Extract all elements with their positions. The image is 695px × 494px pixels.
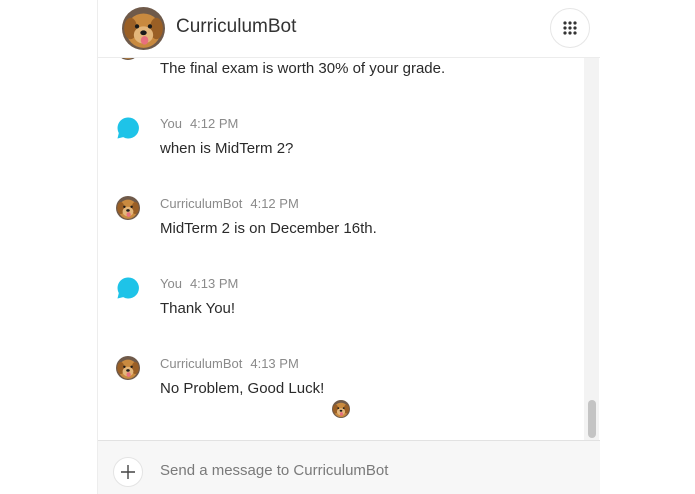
bot-avatar-icon [116,196,140,220]
bot-avatar-icon [116,58,140,60]
sender-name: CurriculumBot [160,356,243,371]
message-composer [98,440,600,494]
apps-button[interactable] [550,8,590,48]
message-time: 4:13 PM [250,356,299,371]
message-time: 4:13 PM [189,276,239,291]
message-meta: CurriculumBot 4:13 PM [160,356,299,371]
sender-name: You [160,116,182,131]
message-text: The final exam is worth 30% of your grad… [160,60,446,77]
add-attachment-button[interactable] [113,457,143,487]
chat-header: CurriculumBot [98,0,600,58]
chat-bubble-icon [117,277,139,299]
message-time: 4:12 PM [189,116,239,131]
message-text: No Problem, Good Luck! [160,380,325,397]
message-meta: CurriculumBot 4:12 PM [160,196,299,211]
plus-icon [121,465,135,479]
chat-panel: CurriculumBot The final exam is worth 30… [97,0,600,494]
bot-avatar-icon [116,356,140,380]
sender-name: CurriculumBot [160,196,243,211]
read-receipt-avatar-icon [332,400,350,418]
scrollbar-thumb[interactable] [588,400,596,438]
scrollbar-track[interactable] [584,58,599,440]
bot-avatar-icon[interactable] [122,7,165,50]
message-meta: You 4:13 PM [160,276,238,291]
message-list[interactable]: The final exam is worth 30% of your grad… [98,58,583,440]
message-input[interactable] [160,458,560,482]
message-text: Thank You! [160,300,236,317]
sender-name: You [160,276,182,291]
chat-bubble-icon [117,117,139,139]
message-text: when is MidTerm 2? [160,140,294,157]
message-meta: You 4:12 PM [160,116,238,131]
message-time: 4:12 PM [250,196,299,211]
apps-grid-icon [563,21,577,35]
chat-title: CurriculumBot [176,16,297,37]
message-text: MidTerm 2 is on December 16th. [160,220,377,237]
